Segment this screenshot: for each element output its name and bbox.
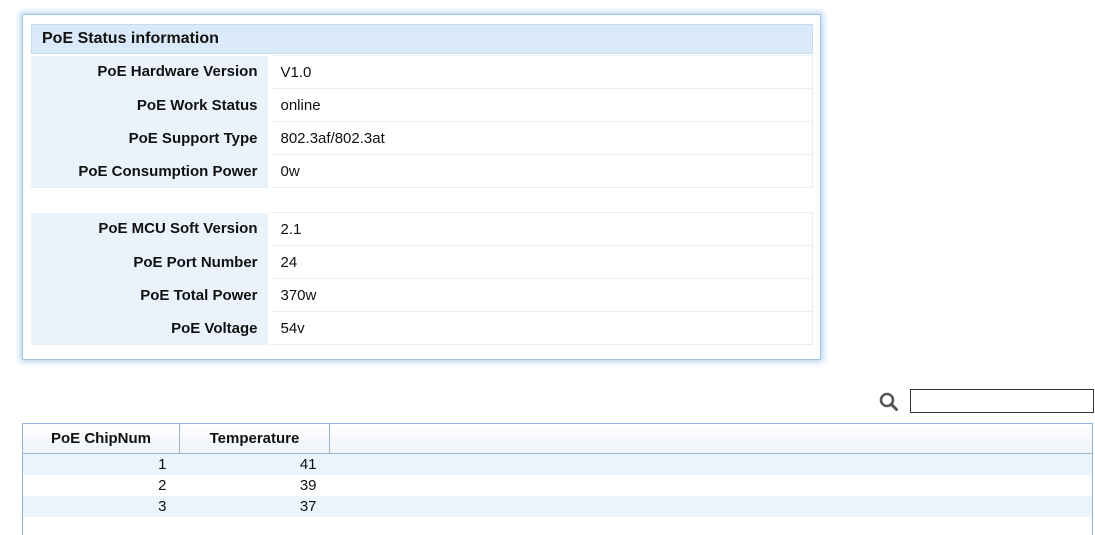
search-input[interactable] — [910, 389, 1094, 413]
column-header-temperature[interactable]: Temperature — [179, 424, 330, 454]
temperature-cell: 39 — [179, 475, 330, 496]
info-value: 54v — [268, 311, 813, 345]
info-value: V1.0 — [268, 55, 813, 89]
filler-cell — [329, 475, 1092, 496]
info-value: online — [268, 88, 813, 122]
info-label: PoE MCU Soft Version — [31, 212, 271, 246]
chip-num-cell: 3 — [23, 496, 180, 517]
table-header-row: PoE ChipNum Temperature — [23, 424, 1092, 454]
info-row: PoE Support Type 802.3af/802.3at — [31, 121, 813, 155]
info-value: 0w — [268, 154, 813, 188]
info-label: PoE Hardware Version — [31, 55, 271, 89]
table-row[interactable]: 3 37 — [23, 496, 1092, 517]
info-value: 24 — [268, 245, 813, 279]
info-row: PoE MCU Soft Version 2.1 — [31, 212, 813, 246]
info-value: 802.3af/802.3at — [268, 121, 813, 155]
filler-cell — [329, 496, 1092, 517]
column-header-chipnum[interactable]: PoE ChipNum — [23, 424, 180, 454]
table-row[interactable]: 2 39 — [23, 475, 1092, 496]
info-label: PoE Total Power — [31, 278, 271, 312]
table-row[interactable]: 1 41 — [23, 453, 1092, 475]
info-value: 2.1 — [268, 212, 813, 246]
status-table-group2: PoE MCU Soft Version 2.1 PoE Port Number… — [31, 212, 813, 345]
info-label: PoE Voltage — [31, 311, 271, 345]
status-table-group1: PoE Hardware Version V1.0 PoE Work Statu… — [31, 55, 813, 188]
info-row: PoE Port Number 24 — [31, 245, 813, 279]
temperature-cell: 37 — [179, 496, 330, 517]
filler-cell — [329, 453, 1092, 475]
column-header-filler — [329, 424, 1092, 454]
chip-num-cell: 1 — [23, 453, 180, 475]
info-label: PoE Support Type — [31, 121, 271, 155]
info-row: PoE Voltage 54v — [31, 311, 813, 345]
temperature-table: PoE ChipNum Temperature 1 41 2 39 3 37 — [22, 423, 1093, 535]
info-row: PoE Hardware Version V1.0 — [31, 55, 813, 89]
search-icon[interactable] — [879, 392, 899, 412]
poe-status-panel: PoE Status information PoE Hardware Vers… — [22, 14, 821, 360]
info-label: PoE Work Status — [31, 88, 271, 122]
info-label: PoE Consumption Power — [31, 154, 271, 188]
info-row: PoE Work Status online — [31, 88, 813, 122]
panel-title: PoE Status information — [31, 24, 813, 54]
info-row: PoE Total Power 370w — [31, 278, 813, 312]
info-label: PoE Port Number — [31, 245, 271, 279]
chip-num-cell: 2 — [23, 475, 180, 496]
info-value: 370w — [268, 278, 813, 312]
temperature-cell: 41 — [179, 453, 330, 475]
info-row: PoE Consumption Power 0w — [31, 154, 813, 188]
